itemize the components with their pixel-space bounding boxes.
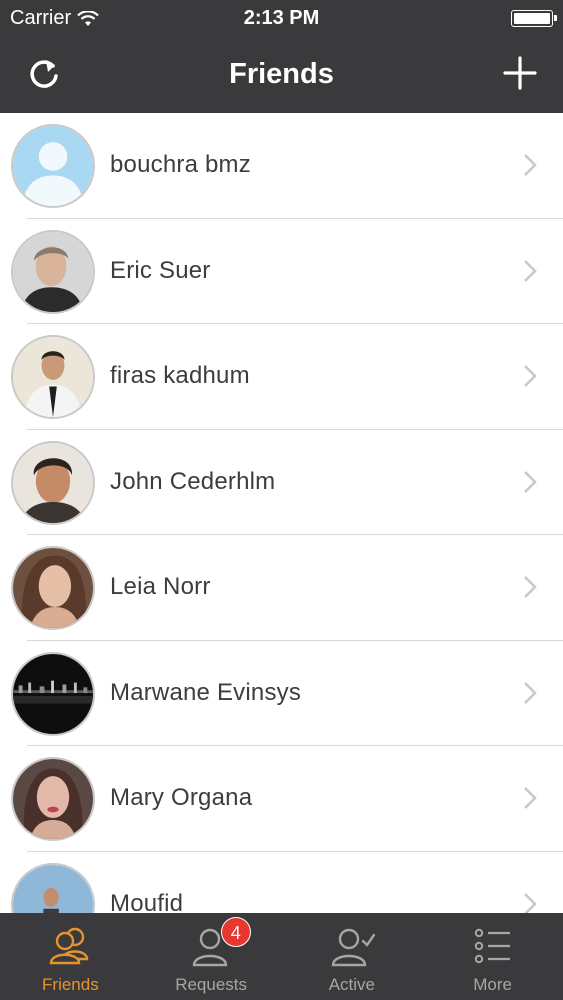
tab-label: More bbox=[473, 975, 512, 994]
friend-name: bouchra bmz bbox=[110, 151, 251, 178]
notification-badge: 4 bbox=[220, 917, 251, 947]
avatar bbox=[11, 440, 95, 525]
friend-row[interactable]: Eric Suer bbox=[0, 219, 563, 325]
chevron-right-icon bbox=[524, 787, 537, 809]
avatar bbox=[11, 757, 95, 841]
friends-icon bbox=[50, 927, 89, 965]
chevron-right-icon bbox=[524, 470, 537, 493]
tab-label: Active bbox=[328, 975, 376, 994]
avatar bbox=[11, 124, 95, 208]
chevron-right-icon bbox=[524, 259, 537, 282]
avatar bbox=[11, 862, 95, 913]
clock: 2:13 PM bbox=[243, 7, 320, 29]
friend-name: firas kadhum bbox=[110, 362, 250, 389]
tab-label: Requests bbox=[175, 975, 248, 994]
more-icon bbox=[474, 928, 510, 964]
avatar bbox=[11, 651, 95, 736]
chevron-right-icon bbox=[524, 154, 537, 176]
tab-requests[interactable]: Requests 4 bbox=[141, 913, 282, 1000]
tab-label: Friends bbox=[42, 975, 99, 994]
friend-name: John Cederhlm bbox=[110, 467, 276, 495]
page-title: Friends bbox=[229, 58, 334, 90]
friend-name: Leia Norr bbox=[110, 573, 211, 600]
status-bar: Carrier 2:13 PM bbox=[0, 0, 563, 36]
tab-active[interactable]: Active bbox=[282, 913, 423, 1000]
friend-row[interactable]: Leia Norr bbox=[0, 535, 563, 641]
battery-icon bbox=[511, 10, 557, 27]
friend-row[interactable]: Moufid bbox=[0, 852, 563, 914]
friend-name: Marwane Evinsys bbox=[110, 678, 302, 706]
chevron-right-icon bbox=[524, 681, 537, 704]
avatar bbox=[11, 229, 95, 314]
tab-more[interactable]: More bbox=[422, 913, 563, 1000]
tab-friends[interactable]: Friends bbox=[0, 913, 141, 1000]
friends-list: bouchra bmz Eric Suer firas kadhum John … bbox=[0, 113, 563, 913]
friend-name: Moufid bbox=[110, 889, 184, 914]
chevron-right-icon bbox=[524, 365, 537, 387]
friend-row[interactable]: Mary Organa bbox=[0, 746, 563, 852]
avatar bbox=[11, 546, 95, 630]
friend-name: Mary Organa bbox=[110, 784, 253, 811]
friend-name: Eric Suer bbox=[110, 256, 211, 284]
chevron-right-icon bbox=[524, 892, 537, 913]
plus-icon[interactable] bbox=[501, 54, 539, 92]
chevron-right-icon bbox=[524, 576, 537, 598]
active-icon bbox=[331, 928, 376, 967]
friend-row[interactable]: bouchra bmz bbox=[0, 113, 563, 219]
navigation-bar: Friends bbox=[0, 36, 563, 113]
tab-bar: Friends Requests 4 Active More bbox=[0, 913, 563, 1000]
friend-row[interactable]: firas kadhum bbox=[0, 324, 563, 430]
friend-row[interactable]: John Cederhlm bbox=[0, 430, 563, 536]
avatar bbox=[11, 335, 95, 419]
friend-row[interactable]: Marwane Evinsys bbox=[0, 641, 563, 747]
